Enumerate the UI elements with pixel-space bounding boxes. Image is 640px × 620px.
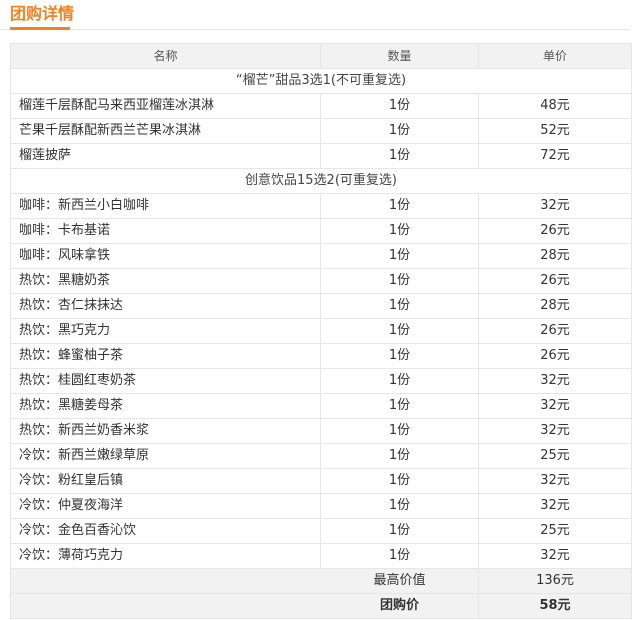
item-qty: 1份 <box>320 468 479 494</box>
item-qty: 1份 <box>320 343 479 369</box>
item-name: 冷饮：金色百香沁饮 <box>10 518 321 544</box>
item-price: 28元 <box>478 293 632 319</box>
deal-details-page: 团购详情 名称 数量 单价 “榴芒”甜品3选1(不可重复选) 榴莲千层酥配马来西亚… <box>0 0 640 620</box>
item-price: 32元 <box>478 393 632 419</box>
item-price: 32元 <box>478 493 632 519</box>
section-header: 团购详情 <box>0 0 630 30</box>
section-title: 团购详情 <box>10 4 75 23</box>
summary-max-value: 136元 <box>478 568 632 594</box>
item-name: 榴莲千层酥配马来西亚榴莲冰淇淋 <box>10 93 321 119</box>
table-row: 热饮：黑糖奶茶 1份 26元 <box>10 268 632 294</box>
summary-spacer <box>10 593 321 619</box>
item-price: 26元 <box>478 318 632 344</box>
item-price: 28元 <box>478 243 632 269</box>
header-qty: 数量 <box>320 43 479 69</box>
group-header-row: 创意饮品15选2(可重复选) <box>10 168 632 194</box>
item-name: 冷饮：仲夏夜海洋 <box>10 493 321 519</box>
summary-deal-row: 团购价 58元 <box>10 593 632 619</box>
group-label: 创意饮品15选2(可重复选) <box>10 168 632 194</box>
item-price: 25元 <box>478 518 632 544</box>
item-price: 26元 <box>478 218 632 244</box>
table-row: 冷饮：薄荷巧克力 1份 32元 <box>10 543 632 569</box>
item-qty: 1份 <box>320 443 479 469</box>
item-qty: 1份 <box>320 93 479 119</box>
table-row: 榴莲千层酥配马来西亚榴莲冰淇淋 1份 48元 <box>10 93 632 119</box>
table-row: 榴莲披萨 1份 72元 <box>10 143 632 169</box>
item-qty: 1份 <box>320 293 479 319</box>
item-name: 咖啡：卡布基诺 <box>10 218 321 244</box>
item-qty: 1份 <box>320 368 479 394</box>
item-qty: 1份 <box>320 543 479 569</box>
item-price: 32元 <box>478 368 632 394</box>
summary-deal-value: 58元 <box>478 593 632 619</box>
table-row: 热饮：桂圆红枣奶茶 1份 32元 <box>10 368 632 394</box>
item-price: 32元 <box>478 543 632 569</box>
item-name: 热饮：杏仁抹抹达 <box>10 293 321 319</box>
item-name: 冷饮：粉红皇后镇 <box>10 468 321 494</box>
table-row: 冷饮：金色百香沁饮 1份 25元 <box>10 518 632 544</box>
item-qty: 1份 <box>320 393 479 419</box>
item-name: 榴莲披萨 <box>10 143 321 169</box>
table-row: 咖啡：卡布基诺 1份 26元 <box>10 218 632 244</box>
table-row: 咖啡：新西兰小白咖啡 1份 32元 <box>10 193 632 219</box>
item-name: 咖啡：新西兰小白咖啡 <box>10 193 321 219</box>
item-qty: 1份 <box>320 118 479 144</box>
item-price: 26元 <box>478 268 632 294</box>
item-name: 热饮：黑糖姜母茶 <box>10 393 321 419</box>
item-name: 冷饮：薄荷巧克力 <box>10 543 321 569</box>
summary-spacer <box>10 568 321 594</box>
summary-max-row: 最高价值 136元 <box>10 568 632 594</box>
header-name: 名称 <box>10 43 321 69</box>
item-price: 48元 <box>478 93 632 119</box>
item-qty: 1份 <box>320 318 479 344</box>
item-qty: 1份 <box>320 268 479 294</box>
table-row: 芒果千层酥配新西兰芒果冰淇淋 1份 52元 <box>10 118 632 144</box>
item-name: 热饮：蜂蜜柚子茶 <box>10 343 321 369</box>
table-row: 热饮：新西兰奶香米浆 1份 32元 <box>10 418 632 444</box>
item-qty: 1份 <box>320 518 479 544</box>
item-price: 72元 <box>478 143 632 169</box>
item-price: 25元 <box>478 443 632 469</box>
summary-max-label: 最高价值 <box>320 568 479 594</box>
table-header-row: 名称 数量 单价 <box>10 43 632 69</box>
item-name: 芒果千层酥配新西兰芒果冰淇淋 <box>10 118 321 144</box>
item-qty: 1份 <box>320 243 479 269</box>
table-summary: 最高价值 136元 团购价 58元 <box>10 568 632 619</box>
item-price: 26元 <box>478 343 632 369</box>
item-name: 热饮：黑糖奶茶 <box>10 268 321 294</box>
table-row: 冷饮：仲夏夜海洋 1份 32元 <box>10 493 632 519</box>
table-row: 热饮：蜂蜜柚子茶 1份 26元 <box>10 343 632 369</box>
item-qty: 1份 <box>320 493 479 519</box>
item-price: 32元 <box>478 193 632 219</box>
table-row: 热饮：黑糖姜母茶 1份 32元 <box>10 393 632 419</box>
summary-deal-label: 团购价 <box>320 593 479 619</box>
item-qty: 1份 <box>320 218 479 244</box>
item-name: 热饮：新西兰奶香米浆 <box>10 418 321 444</box>
table-row: 咖啡：风味拿铁 1份 28元 <box>10 243 632 269</box>
item-qty: 1份 <box>320 193 479 219</box>
group-header-row: “榴芒”甜品3选1(不可重复选) <box>10 68 632 94</box>
item-qty: 1份 <box>320 143 479 169</box>
table-row: 热饮：黑巧克力 1份 26元 <box>10 318 632 344</box>
item-name: 咖啡：风味拿铁 <box>10 243 321 269</box>
item-price: 32元 <box>478 468 632 494</box>
section-title-underline <box>10 27 70 30</box>
header-price: 单价 <box>478 43 632 69</box>
table-body: “榴芒”甜品3选1(不可重复选) 榴莲千层酥配马来西亚榴莲冰淇淋 1份 48元 芒果千层… <box>10 68 632 569</box>
deal-items-table: 名称 数量 单价 “榴芒”甜品3选1(不可重复选) 榴莲千层酥配马来西亚榴莲冰淇淋… <box>10 43 632 619</box>
table-row: 热饮：杏仁抹抹达 1份 28元 <box>10 293 632 319</box>
table-row: 冷饮：粉红皇后镇 1份 32元 <box>10 468 632 494</box>
item-name: 冷饮：新西兰嫩绿草原 <box>10 443 321 469</box>
group-label: “榴芒”甜品3选1(不可重复选) <box>10 68 632 94</box>
item-name: 热饮：黑巧克力 <box>10 318 321 344</box>
item-price: 32元 <box>478 418 632 444</box>
item-qty: 1份 <box>320 418 479 444</box>
table-row: 冷饮：新西兰嫩绿草原 1份 25元 <box>10 443 632 469</box>
item-price: 52元 <box>478 118 632 144</box>
item-name: 热饮：桂圆红枣奶茶 <box>10 368 321 394</box>
